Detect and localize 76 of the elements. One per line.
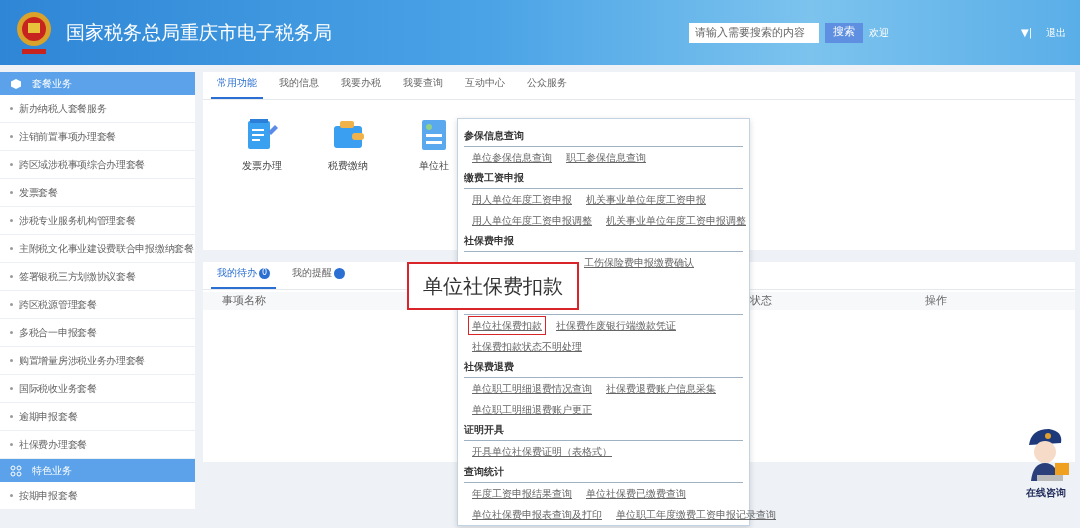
bullet-icon [10, 359, 13, 362]
sidebar-item[interactable]: 跨区域涉税事项综合办理套餐 [0, 151, 195, 179]
tab[interactable]: 我要查询 [397, 75, 449, 99]
sidebar-item[interactable]: 多税合一申报套餐 [0, 319, 195, 347]
sidebar-item[interactable]: 按期申报套餐 [0, 482, 195, 510]
menu-link[interactable]: 单位社保费申报表查询及打印 [468, 505, 606, 524]
sidebar-item[interactable]: 注销前置事项办理套餐 [0, 123, 195, 151]
tab[interactable]: 我要办税 [335, 75, 387, 99]
welcome-text: 欢迎 [868, 26, 889, 40]
tab[interactable]: 公众服务 [521, 75, 573, 99]
sidebar-item[interactable]: 新办纳税人套餐服务 [0, 95, 195, 123]
tab[interactable]: 我的提醒 [286, 265, 351, 289]
bullet-icon [10, 303, 13, 306]
column-header: 状态 [750, 292, 773, 309]
bullet-icon [10, 163, 13, 166]
count-badge [334, 267, 345, 279]
sidebar-item[interactable]: 签署银税三方划缴协议套餐 [0, 263, 195, 291]
menu-link[interactable]: 单位社保费已缴费查询 [582, 484, 690, 503]
menu-section-title: 缴费工资申报 [464, 168, 743, 189]
cube-icon [10, 77, 22, 90]
menu-link[interactable]: 单位职工年度缴费工资申报记录查询 [612, 505, 780, 524]
sidebar-item[interactable]: 主附税文化事业建设费联合申报缴纳套餐 [0, 235, 195, 263]
bullet-icon [10, 247, 13, 250]
menu-section-title: 参保信息查询 [464, 126, 743, 147]
menu-link[interactable]: 社保费扣款状态不明处理 [468, 337, 586, 356]
bullet-icon [10, 275, 13, 278]
tab[interactable]: 我的待办 0 [211, 265, 276, 289]
menu-link[interactable]: 开具单位社保费证明（表格式） [468, 442, 616, 461]
sidebar-item[interactable]: 购置增量房涉税业务办理套餐 [0, 347, 195, 375]
bullet-icon [10, 331, 13, 334]
menu-link[interactable]: 用人单位年度工资申报 [468, 190, 576, 209]
bullet-icon [10, 191, 13, 194]
menu-section-title: 查询统计 [464, 462, 743, 483]
callout-label: 单位社保费扣款 [407, 262, 579, 310]
menu-link[interactable]: 职工参保信息查询 [562, 148, 650, 167]
menu-link[interactable]: 工伤保险费申报缴费确认 [580, 253, 698, 272]
bullet-icon [10, 494, 13, 497]
shortcut-label[interactable]: 单位社 [419, 158, 449, 173]
menu-link[interactable]: 机关事业单位年度工资申报 [582, 190, 710, 209]
sidebar-item[interactable]: 跨区税源管理套餐 [0, 291, 195, 319]
bullet-icon [10, 107, 13, 110]
search-field[interactable]: 请输入需要搜索的内容 [688, 22, 819, 43]
tab[interactable]: 我的信息 [273, 75, 325, 99]
menu-link[interactable]: 单位社保费扣款 [468, 316, 546, 335]
bullet-icon [10, 415, 13, 418]
bullet-icon [10, 443, 13, 446]
sidebar-item[interactable]: 逾期申报套餐 [0, 403, 195, 431]
menu-link[interactable]: 年度工资申报结果查询 [468, 484, 576, 503]
bullet-icon [10, 135, 13, 138]
menu-section-title: 证明开具 [464, 420, 743, 441]
menu-link[interactable]: 社保费作废银行端缴款凭证 [552, 316, 680, 335]
column-header: 事项名称 [222, 292, 267, 309]
online-help-label[interactable]: 在线咨询 [1026, 485, 1066, 500]
menu-section-title: 社保费退费 [464, 357, 743, 378]
menu-link[interactable]: 社保费退费账户信息采集 [602, 379, 720, 398]
count-badge: 0 [259, 267, 270, 279]
sidebar-item[interactable]: 国际税收业务套餐 [0, 375, 195, 403]
menu-link[interactable]: 单位职工明细退费情况查询 [468, 379, 596, 398]
section-title: 套餐业务 [32, 77, 72, 91]
column-header: 操作 [925, 292, 948, 309]
menu-link[interactable]: 单位参保信息查询 [468, 148, 556, 167]
grid-icon [10, 464, 22, 477]
tab[interactable]: 互动中心 [459, 75, 511, 99]
menu-link[interactable]: 机关事业单位年度工资申报调整 [602, 211, 750, 230]
sidebar-item[interactable]: 涉税专业服务机构管理套餐 [0, 207, 195, 235]
section-title: 特色业务 [32, 464, 72, 478]
tab[interactable]: 常用功能 [211, 75, 263, 99]
sidebar-item[interactable]: 发票套餐 [0, 179, 195, 207]
bullet-icon [10, 219, 13, 222]
bullet-icon [10, 387, 13, 390]
menu-section-title: 社保费申报 [464, 231, 743, 252]
menu-link[interactable]: 用人单位年度工资申报调整 [468, 211, 596, 230]
shortcut-label[interactable]: 发票办理 [242, 158, 282, 173]
menu-link[interactable]: 单位职工明细退费账户更正 [468, 400, 596, 419]
site-title: 国家税务总局重庆市电子税务局 [66, 20, 332, 46]
shortcut-label[interactable]: 税费缴纳 [328, 158, 368, 173]
